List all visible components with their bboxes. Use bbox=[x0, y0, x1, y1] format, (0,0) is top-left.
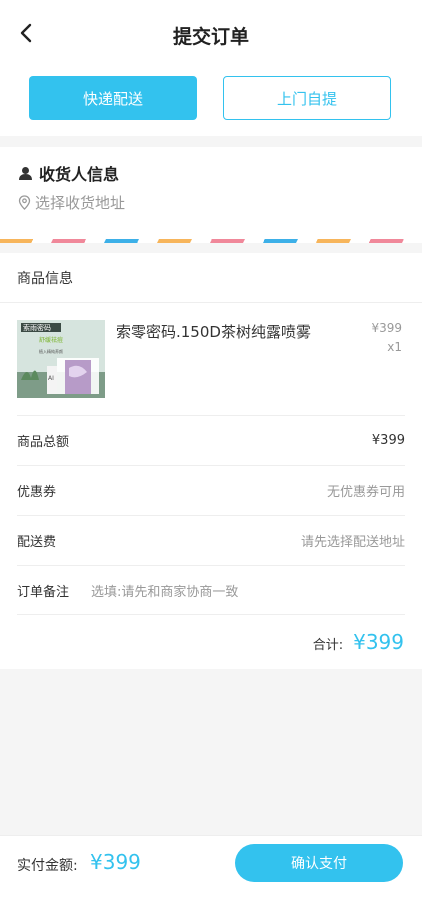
product-image-desc-text: 植入精纯养颜 bbox=[39, 348, 63, 354]
product-name: 索零密码.150D茶树纯露喷雾 bbox=[116, 323, 311, 341]
subtotal-row: 商品总额 ¥399 bbox=[17, 415, 405, 465]
order-note-row: 订单备注 选填:请先和商家协商一致 bbox=[17, 565, 405, 615]
product-image[interactable]: 索雨密码 舒缓祛痘 植入精纯养颜 AI bbox=[17, 320, 105, 398]
coupon-row[interactable]: 优惠券 无优惠券可用 bbox=[17, 465, 405, 515]
tab-express-delivery[interactable]: 快递配送 bbox=[29, 76, 197, 120]
receiver-info-title: 收货人信息 bbox=[39, 165, 120, 184]
shipping-fee-label: 配送费 bbox=[17, 535, 57, 550]
total-label: 合计: bbox=[312, 638, 344, 653]
product-quantity: x1 bbox=[387, 340, 402, 354]
total-value: ¥399 bbox=[353, 630, 404, 654]
select-address-label: 选择收货地址 bbox=[35, 194, 126, 212]
location-pin-icon bbox=[18, 195, 31, 210]
actual-payment-value: ¥399 bbox=[90, 850, 141, 874]
payment-footer: 实付金额: ¥399 确认支付 bbox=[0, 835, 422, 897]
shipping-fee-value: 请先选择配送地址 bbox=[300, 535, 405, 550]
coupon-label: 优惠券 bbox=[17, 485, 57, 500]
user-icon bbox=[19, 166, 32, 180]
shipping-fee-row: 配送费 请先选择配送地址 bbox=[17, 515, 405, 565]
order-note-label: 订单备注 bbox=[17, 584, 70, 600]
product-image-brand-text: 索雨密码 bbox=[23, 323, 51, 332]
order-note-input[interactable]: 选填:请先和商家协商一致 bbox=[91, 581, 405, 600]
product-image-ai-text: AI bbox=[48, 375, 54, 382]
delivery-method-tabs: 快递配送 上门自提 bbox=[0, 68, 422, 136]
page-title: 提交订单 bbox=[172, 26, 249, 48]
goods-section-title: 商品信息 bbox=[0, 253, 422, 303]
subtotal-value: ¥399 bbox=[371, 433, 405, 448]
confirm-payment-button[interactable]: 确认支付 bbox=[235, 844, 403, 882]
actual-payment-label: 实付金额: bbox=[17, 858, 78, 874]
coupon-value: 无优惠券可用 bbox=[326, 485, 405, 500]
header: 提交订单 bbox=[0, 0, 422, 68]
subtotal-label: 商品总额 bbox=[17, 435, 70, 450]
select-address-button[interactable]: 选择收货地址 bbox=[18, 192, 125, 213]
receiver-info-section: 收货人信息 选择收货地址 bbox=[0, 147, 422, 243]
product-image-slogan-text: 舒缓祛痘 bbox=[39, 336, 63, 344]
tab-self-pickup[interactable]: 上门自提 bbox=[223, 76, 391, 120]
envelope-stripe-divider bbox=[0, 239, 422, 243]
product-price: ¥399 bbox=[371, 321, 402, 335]
goods-info-section: 商品信息 索雨密码 舒缓祛痘 植入精纯养颜 AI 索零密码.150D茶树纯露喷雾… bbox=[0, 253, 422, 669]
total-line: 合计: ¥399 bbox=[313, 630, 404, 654]
